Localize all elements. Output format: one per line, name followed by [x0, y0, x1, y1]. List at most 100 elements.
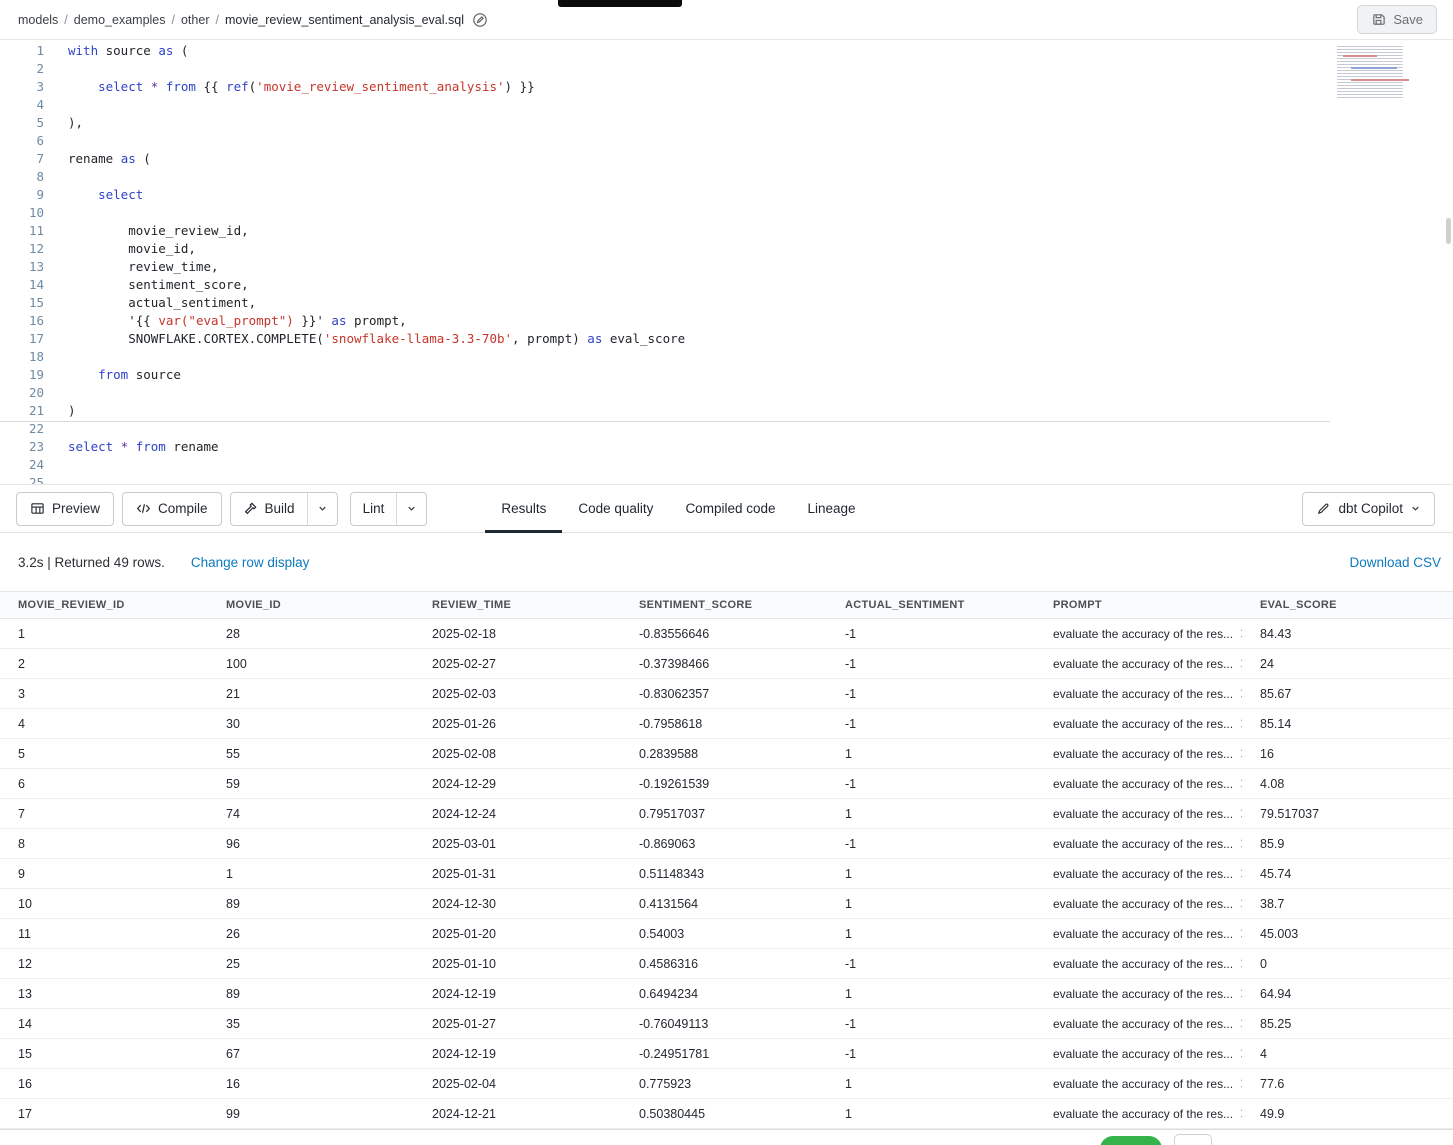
cell-movie-review-id: 9	[0, 867, 208, 881]
column-header-review_time[interactable]: REVIEW_TIME	[414, 599, 621, 611]
table-row[interactable]: 21002025-02-27-0.37398466-1evaluate the …	[0, 649, 1453, 679]
breadcrumb: models/demo_examples/other/movie_review_…	[18, 13, 464, 27]
code-editor[interactable]: 1with source as (2 3 select * from {{ re…	[0, 40, 1453, 484]
table-row[interactable]: 13892024-12-190.64942341evaluate the acc…	[0, 979, 1453, 1009]
line-number: 24	[0, 456, 44, 474]
line-number: 14	[0, 276, 44, 294]
table-row[interactable]: 14352025-01-27-0.76049113-1evaluate the …	[0, 1009, 1453, 1039]
code-line: 12 movie_id,	[0, 240, 1453, 258]
table-row[interactable]: 8962025-03-01-0.869063-1evaluate the acc…	[0, 829, 1453, 859]
lint-button[interactable]: Lint	[351, 493, 397, 525]
prompt-cell: evaluate the accuracy of the res...	[1035, 747, 1242, 761]
table-row[interactable]: 7742024-12-240.795170371evaluate the acc…	[0, 799, 1453, 829]
file-status-icon[interactable]	[472, 12, 488, 28]
table-row[interactable]: 4302025-01-26-0.7958618-1evaluate the ac…	[0, 709, 1453, 739]
cell-movie-review-id: 2	[0, 657, 208, 671]
column-header-movie_id[interactable]: MOVIE_ID	[208, 599, 414, 611]
code-text: rename as (	[68, 150, 151, 168]
cell-actual-sentiment: -1	[827, 777, 1035, 791]
table-row[interactable]: 12252025-01-100.4586316-1evaluate the ac…	[0, 949, 1453, 979]
breadcrumb-item[interactable]: demo_examples	[74, 13, 166, 27]
line-number: 8	[0, 168, 44, 186]
save-button[interactable]: Save	[1357, 5, 1437, 34]
preview-table-icon	[30, 501, 45, 516]
cell-review-time: 2025-01-27	[414, 1017, 621, 1031]
table-row[interactable]: 16162025-02-040.7759231evaluate the accu…	[0, 1069, 1453, 1099]
cell-eval-score: 85.14	[1242, 717, 1453, 731]
cell-movie-id: 59	[208, 777, 414, 791]
tab-results[interactable]: Results	[485, 484, 562, 533]
bottom-secondary-button[interactable]	[1174, 1134, 1212, 1145]
editor-lines: 1with source as (2 3 select * from {{ re…	[0, 42, 1453, 484]
table-row[interactable]: 912025-01-310.511483431evaluate the accu…	[0, 859, 1453, 889]
code-line: 5),	[0, 114, 1453, 132]
tab-compiled-code[interactable]: Compiled code	[669, 484, 791, 533]
cell-movie-id: 96	[208, 837, 414, 851]
cell-movie-id: 99	[208, 1107, 414, 1121]
line-number: 5	[0, 114, 44, 132]
column-header-actual_sentiment[interactable]: ACTUAL_SENTIMENT	[827, 599, 1035, 611]
code-text	[68, 384, 76, 402]
cell-movie-review-id: 8	[0, 837, 208, 851]
code-text	[68, 456, 76, 474]
prompt-cell: evaluate the accuracy of the res...	[1035, 1017, 1242, 1031]
column-header-sentiment_score[interactable]: SENTIMENT_SCORE	[621, 599, 827, 611]
tab-lineage[interactable]: Lineage	[792, 484, 872, 533]
compile-button[interactable]: Compile	[122, 492, 222, 526]
cell-eval-score: 16	[1242, 747, 1453, 761]
table-row[interactable]: 17992024-12-210.503804451evaluate the ac…	[0, 1099, 1453, 1129]
build-button[interactable]: Build	[231, 493, 307, 525]
tab-code-quality[interactable]: Code quality	[562, 484, 669, 533]
cell-actual-sentiment: 1	[827, 927, 1035, 941]
cell-sentiment-score: 0.2839588	[621, 747, 827, 761]
download-csv-link[interactable]: Download CSV	[1349, 555, 1441, 570]
cell-sentiment-score: 0.4131564	[621, 897, 827, 911]
breadcrumb-item[interactable]: models	[18, 13, 58, 27]
cell-actual-sentiment: 1	[827, 1107, 1035, 1121]
breadcrumb-item[interactable]: other	[181, 13, 210, 27]
cell-eval-score: 64.94	[1242, 987, 1453, 1001]
build-dropdown-toggle[interactable]	[307, 493, 337, 525]
code-line: 17 SNOWFLAKE.CORTEX.COMPLETE('snowflake-…	[0, 330, 1453, 348]
code-text: select * from rename	[68, 438, 219, 456]
code-text	[68, 474, 76, 484]
table-row[interactable]: 6592024-12-29-0.19261539-1evaluate the a…	[0, 769, 1453, 799]
save-button-label: Save	[1393, 12, 1423, 27]
preview-button[interactable]: Preview	[16, 492, 114, 526]
line-number: 1	[0, 42, 44, 60]
prompt-preview-text: evaluate the accuracy of the res...	[1053, 867, 1233, 881]
breadcrumb-item[interactable]: movie_review_sentiment_analysis_eval.sql	[225, 13, 464, 27]
cell-review-time: 2025-01-20	[414, 927, 621, 941]
table-row[interactable]: 10892024-12-300.41315641evaluate the acc…	[0, 889, 1453, 919]
prompt-preview-text: evaluate the accuracy of the res...	[1053, 657, 1233, 671]
minimap[interactable]	[1337, 46, 1443, 98]
line-number: 11	[0, 222, 44, 240]
cell-actual-sentiment: 1	[827, 897, 1035, 911]
column-header-movie_review_id[interactable]: MOVIE_REVIEW_ID	[0, 599, 208, 611]
cell-movie-review-id: 16	[0, 1077, 208, 1091]
dbt-copilot-button[interactable]: dbt Copilot	[1302, 492, 1435, 526]
cell-review-time: 2025-01-31	[414, 867, 621, 881]
cell-movie-id: 74	[208, 807, 414, 821]
chevron-down-icon	[406, 503, 417, 514]
table-row[interactable]: 5552025-02-080.28395881evaluate the accu…	[0, 739, 1453, 769]
table-row[interactable]: 11262025-01-200.540031evaluate the accur…	[0, 919, 1453, 949]
bottom-green-button[interactable]	[1100, 1136, 1162, 1145]
change-row-display-link[interactable]: Change row display	[191, 555, 310, 570]
cell-actual-sentiment: -1	[827, 837, 1035, 851]
line-number: 23	[0, 438, 44, 456]
editor-scrollbar[interactable]	[1446, 218, 1451, 244]
cell-actual-sentiment: 1	[827, 1077, 1035, 1091]
column-header-prompt[interactable]: PROMPT	[1035, 599, 1242, 611]
cell-eval-score: 85.25	[1242, 1017, 1453, 1031]
cell-movie-review-id: 13	[0, 987, 208, 1001]
column-header-eval_score[interactable]: EVAL_SCORE	[1242, 599, 1453, 611]
table-row[interactable]: 15672024-12-19-0.24951781-1evaluate the …	[0, 1039, 1453, 1069]
table-row[interactable]: 3212025-02-03-0.83062357-1evaluate the a…	[0, 679, 1453, 709]
lint-dropdown-toggle[interactable]	[396, 493, 426, 525]
code-text	[68, 168, 76, 186]
table-row[interactable]: 1282025-02-18-0.83556646-1evaluate the a…	[0, 619, 1453, 649]
cell-review-time: 2024-12-29	[414, 777, 621, 791]
cell-eval-score: 85.67	[1242, 687, 1453, 701]
query-status-text: 3.2s | Returned 49 rows.	[18, 555, 165, 570]
